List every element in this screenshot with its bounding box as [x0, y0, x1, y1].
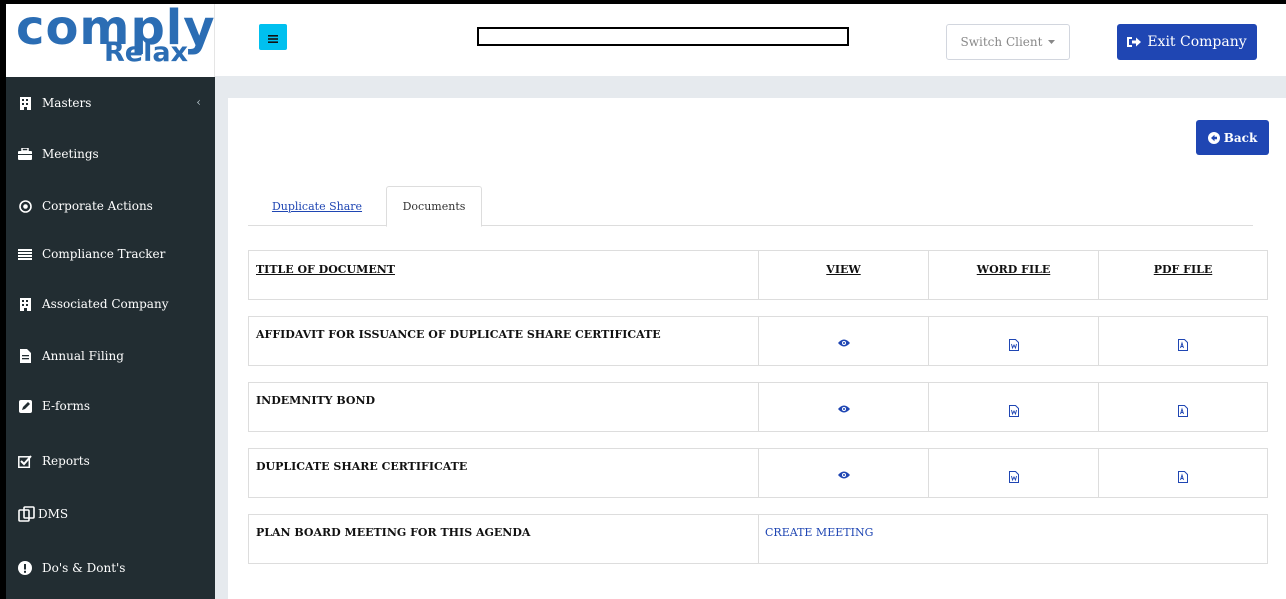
chevron-left-icon: ‹: [196, 95, 201, 109]
header-title-of-document: TITLE OF DOCUMENT: [256, 263, 395, 276]
table-cell: [759, 383, 929, 431]
exit-company-button[interactable]: Exit Company: [1117, 24, 1257, 60]
pdf-file-icon[interactable]: [1099, 339, 1267, 351]
table-cell: [1099, 449, 1267, 497]
sidebar-item-label: Reports: [42, 454, 90, 468]
table-header-cell: PDF FILE: [1099, 251, 1267, 299]
table-header-cell: WORD FILE: [929, 251, 1099, 299]
sidebar-item-corporate-actions[interactable]: Corporate Actions: [6, 186, 215, 226]
menu-toggle-button[interactable]: [259, 24, 287, 50]
target-icon: [18, 199, 32, 213]
table-cell: [929, 449, 1099, 497]
sidebar-item-dms[interactable]: DMS: [6, 494, 215, 534]
table-cell: [929, 317, 1099, 365]
sidebar-item-associated-company[interactable]: Associated Company: [6, 284, 215, 324]
sidebar-item-reports[interactable]: Reports: [6, 441, 215, 481]
sidebar-item-label: Annual Filing: [42, 349, 124, 363]
word-file-icon[interactable]: [929, 339, 1098, 351]
create-meeting-link[interactable]: CREATE MEETING: [765, 526, 873, 539]
top-header: Switch Client Exit Company: [215, 4, 1286, 76]
file-icon: [18, 349, 32, 363]
sidebar-item-dos-donts[interactable]: Do's & Dont's: [6, 548, 215, 588]
table-cell: INDEMNITY BOND: [249, 383, 759, 431]
list-icon: [18, 247, 32, 261]
table-cell: PLAN BOARD MEETING FOR THIS AGENDA: [249, 515, 759, 563]
caret-down-icon: [1048, 40, 1056, 44]
table-header-cell: VIEW: [759, 251, 929, 299]
switch-client-label: Switch Client: [960, 35, 1043, 49]
sidebar-item-label: Masters: [42, 96, 92, 110]
sidebar-item-label: Corporate Actions: [42, 199, 153, 213]
word-file-icon[interactable]: [929, 405, 1098, 417]
table-cell: [1099, 383, 1267, 431]
logo-text-bottom: Relax: [104, 37, 188, 68]
table-row: INDEMNITY BOND: [248, 382, 1268, 432]
content-left-gutter: [215, 98, 228, 599]
logo[interactable]: comply Relax: [6, 4, 215, 77]
copy-icon: [18, 505, 36, 523]
eye-icon[interactable]: [759, 471, 928, 479]
plan-meeting-title: PLAN BOARD MEETING FOR THIS AGENDA: [256, 526, 531, 539]
table-cell: [929, 383, 1099, 431]
table-cell: CREATE MEETING: [759, 515, 1267, 563]
sidebar-item-label: E-forms: [42, 399, 90, 413]
document-title: INDEMNITY BOND: [256, 394, 376, 407]
tab-bar: Duplicate Share Documents: [248, 186, 1253, 227]
checkbox-icon: [18, 454, 32, 468]
back-button[interactable]: Back: [1196, 120, 1269, 155]
content-header-band: [215, 76, 1286, 98]
table-cell: [759, 449, 929, 497]
sidebar-item-compliance-tracker[interactable]: Compliance Tracker: [6, 234, 215, 274]
header-word-file: WORD FILE: [976, 263, 1051, 276]
main-content: Back Duplicate Share Documents TITLE OF …: [228, 98, 1286, 599]
table-row: AFFIDAVIT FOR ISSUANCE OF DUPLICATE SHAR…: [248, 316, 1268, 366]
sidebar-item-label: Do's & Dont's: [42, 561, 126, 575]
eye-icon[interactable]: [759, 405, 928, 413]
hamburger-icon: [268, 28, 278, 47]
exit-company-label: Exit Company: [1147, 34, 1247, 50]
tab-duplicate-share[interactable]: Duplicate Share: [248, 186, 386, 227]
tab-documents[interactable]: Documents: [386, 186, 482, 227]
switch-client-dropdown[interactable]: Switch Client: [946, 24, 1070, 60]
pdf-file-icon[interactable]: [1099, 405, 1267, 417]
header-view: VIEW: [826, 263, 861, 276]
sidebar-item-meetings[interactable]: Meetings: [6, 134, 215, 174]
sidebar-item-label: Meetings: [42, 147, 99, 161]
sidebar-item-e-forms[interactable]: E-forms: [6, 386, 215, 426]
sidebar-item-label: Compliance Tracker: [42, 247, 166, 261]
document-title: DUPLICATE SHARE CERTIFICATE: [256, 460, 468, 473]
table-cell: DUPLICATE SHARE CERTIFICATE: [249, 449, 759, 497]
arrow-circle-left-icon: [1207, 131, 1220, 144]
table-cell: [759, 317, 929, 365]
building-icon: [18, 96, 32, 110]
briefcase-icon: [18, 147, 32, 161]
table-row: DUPLICATE SHARE CERTIFICATE: [248, 448, 1268, 498]
sidebar-item-label: DMS: [38, 507, 69, 521]
word-file-icon[interactable]: [929, 471, 1098, 483]
header-pdf-file: PDF FILE: [1153, 263, 1213, 276]
eye-icon[interactable]: [759, 339, 928, 347]
table-header-cell: TITLE OF DOCUMENT: [249, 251, 759, 299]
sidebar-item-masters[interactable]: Masters ‹: [6, 83, 215, 123]
exclamation-circle-icon: [18, 561, 32, 575]
sidebar-item-label: Associated Company: [42, 297, 169, 311]
app-window: comply Relax Masters ‹ Meetings Corporat…: [6, 4, 1286, 599]
table-header-row: TITLE OF DOCUMENT VIEW WORD FILE PDF FIL…: [248, 250, 1268, 300]
document-title: AFFIDAVIT FOR ISSUANCE OF DUPLICATE SHAR…: [256, 328, 661, 341]
search-input[interactable]: [477, 27, 849, 46]
table-row-plan-meeting: PLAN BOARD MEETING FOR THIS AGENDA CREAT…: [248, 514, 1268, 564]
sidebar-item-annual-filing[interactable]: Annual Filing: [6, 336, 215, 376]
back-label: Back: [1223, 130, 1258, 145]
sign-out-icon: [1127, 36, 1142, 48]
table-cell: AFFIDAVIT FOR ISSUANCE OF DUPLICATE SHAR…: [249, 317, 759, 365]
table-cell: [1099, 317, 1267, 365]
edit-square-icon: [18, 399, 32, 413]
sidebar: comply Relax Masters ‹ Meetings Corporat…: [6, 4, 215, 599]
building-icon: [18, 297, 32, 311]
pdf-file-icon[interactable]: [1099, 471, 1267, 483]
